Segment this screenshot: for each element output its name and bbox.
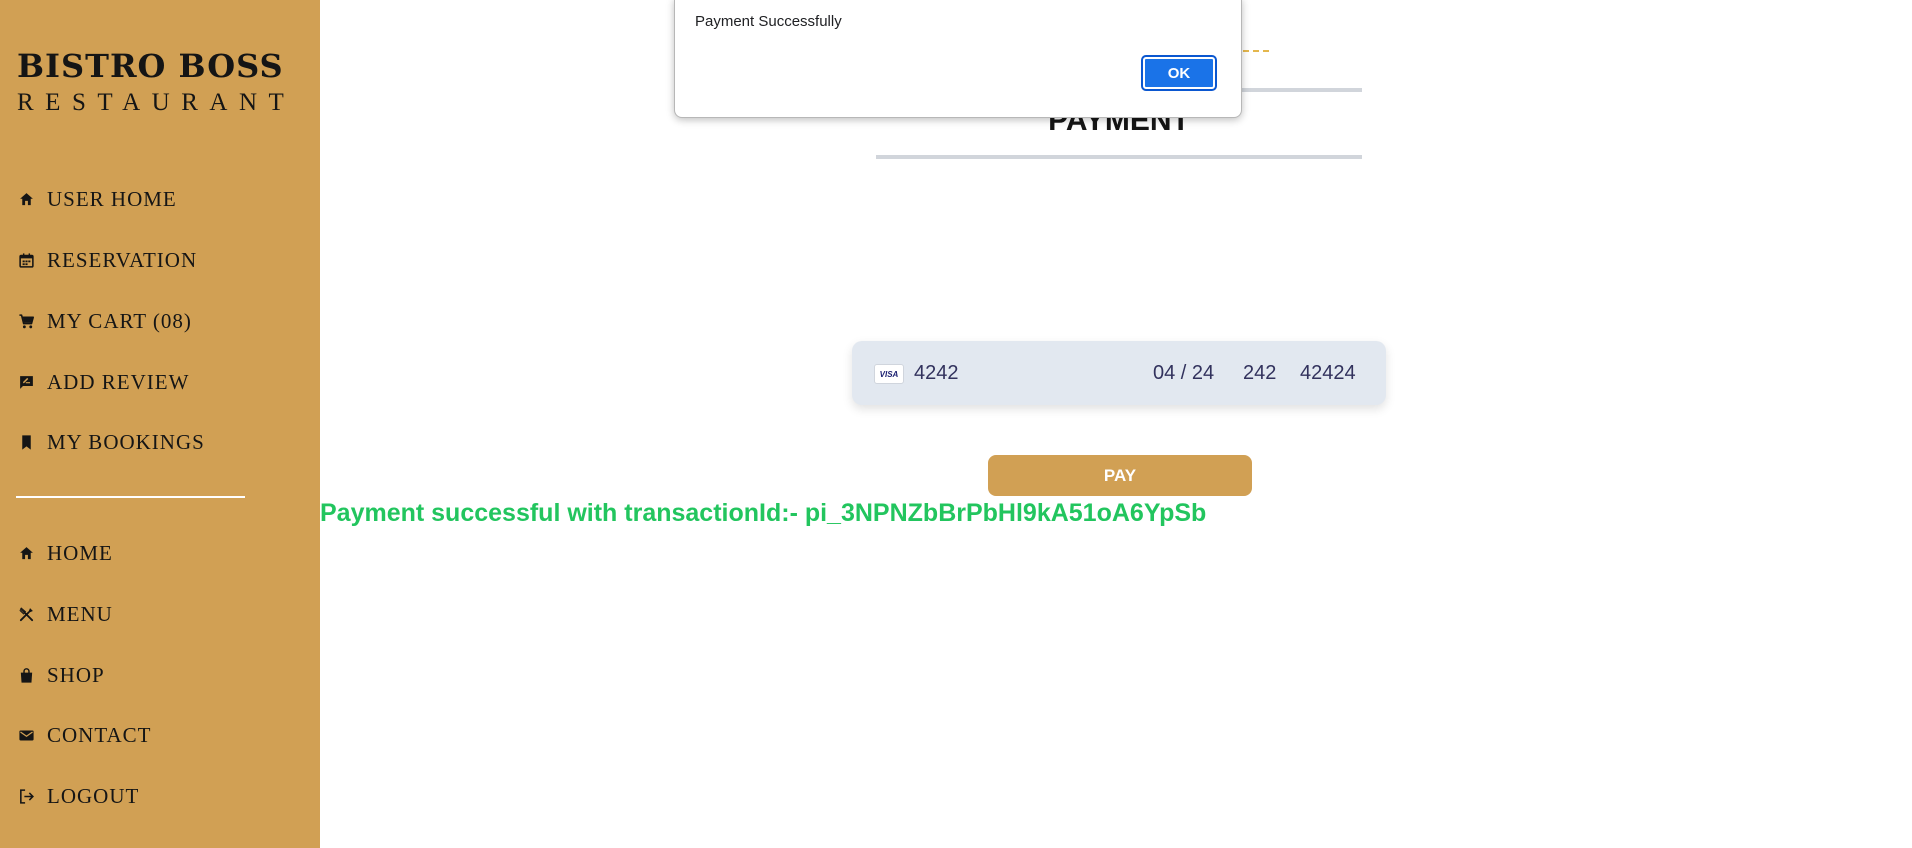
card-number-field[interactable]: 4242 bbox=[914, 361, 959, 385]
brand-title: BISTRO BOSS bbox=[17, 47, 284, 85]
sidebar-item-logout[interactable]: LOGOUT bbox=[16, 781, 139, 811]
sidebar-item-contact[interactable]: CONTACT bbox=[16, 720, 151, 750]
sidebar-item-label: MY BOOKINGS bbox=[47, 429, 205, 454]
card-cvc-field[interactable]: 242 bbox=[1243, 361, 1276, 385]
sidebar-item-label: LOGOUT bbox=[47, 783, 140, 808]
card-element[interactable]: VISA 4242 04 / 24 242 42424 bbox=[852, 341, 1386, 405]
sidebar-item-menu[interactable]: MENU bbox=[16, 599, 113, 629]
sidebar-item-label: SHOP bbox=[47, 662, 105, 687]
review-icon bbox=[16, 372, 36, 392]
sidebar-item-my-bookings[interactable]: MY BOOKINGS bbox=[16, 427, 205, 457]
logout-icon bbox=[16, 786, 36, 806]
card-zip-field[interactable]: 42424 bbox=[1300, 361, 1356, 385]
sidebar-divider bbox=[16, 496, 245, 498]
cart-icon bbox=[16, 311, 36, 331]
sidebar-item-label: ADD REVIEW bbox=[47, 369, 190, 394]
card-expiry-field[interactable]: 04 / 24 bbox=[1153, 361, 1214, 385]
sidebar-item-add-review[interactable]: ADD REVIEW bbox=[16, 367, 189, 397]
sidebar-item-shop[interactable]: SHOP bbox=[16, 660, 105, 690]
home-icon bbox=[16, 543, 36, 563]
sidebar: BISTRO BOSS RESTAURANT USER HOME RESERVA… bbox=[0, 0, 320, 848]
sidebar-item-label: HOME bbox=[47, 540, 113, 565]
sidebar-item-home[interactable]: HOME bbox=[16, 538, 113, 568]
brand-logo[interactable]: BISTRO BOSS RESTAURANT bbox=[17, 48, 295, 118]
heading-bottom-line bbox=[876, 155, 1362, 159]
alert-message: Payment Successfully bbox=[695, 13, 842, 30]
sidebar-item-label: MY CART (08) bbox=[47, 308, 192, 333]
calendar-icon bbox=[16, 250, 36, 270]
sidebar-item-label: CONTACT bbox=[47, 722, 152, 747]
visa-card-icon: VISA bbox=[874, 364, 904, 384]
mail-icon bbox=[16, 725, 36, 745]
shopping-bag-icon bbox=[16, 665, 36, 685]
utensils-icon bbox=[16, 604, 36, 624]
sidebar-item-reservation[interactable]: RESERVATION bbox=[16, 245, 197, 275]
sidebar-item-label: MENU bbox=[47, 601, 113, 626]
sidebar-item-label: USER HOME bbox=[47, 186, 177, 211]
sidebar-item-my-cart[interactable]: MY CART (08) bbox=[16, 306, 192, 336]
sidebar-item-user-home[interactable]: USER HOME bbox=[16, 184, 177, 214]
ok-button[interactable]: OK bbox=[1141, 55, 1217, 91]
pay-button[interactable]: PAY bbox=[988, 455, 1252, 496]
brand-subtitle: RESTAURANT bbox=[17, 89, 296, 116]
alert-dialog: Payment Successfully OK bbox=[674, 0, 1242, 118]
home-icon bbox=[16, 189, 36, 209]
sidebar-item-label: RESERVATION bbox=[47, 247, 198, 272]
payment-success-message: Payment successful with transactionId:- … bbox=[320, 499, 1207, 527]
bookmark-icon bbox=[16, 432, 36, 452]
